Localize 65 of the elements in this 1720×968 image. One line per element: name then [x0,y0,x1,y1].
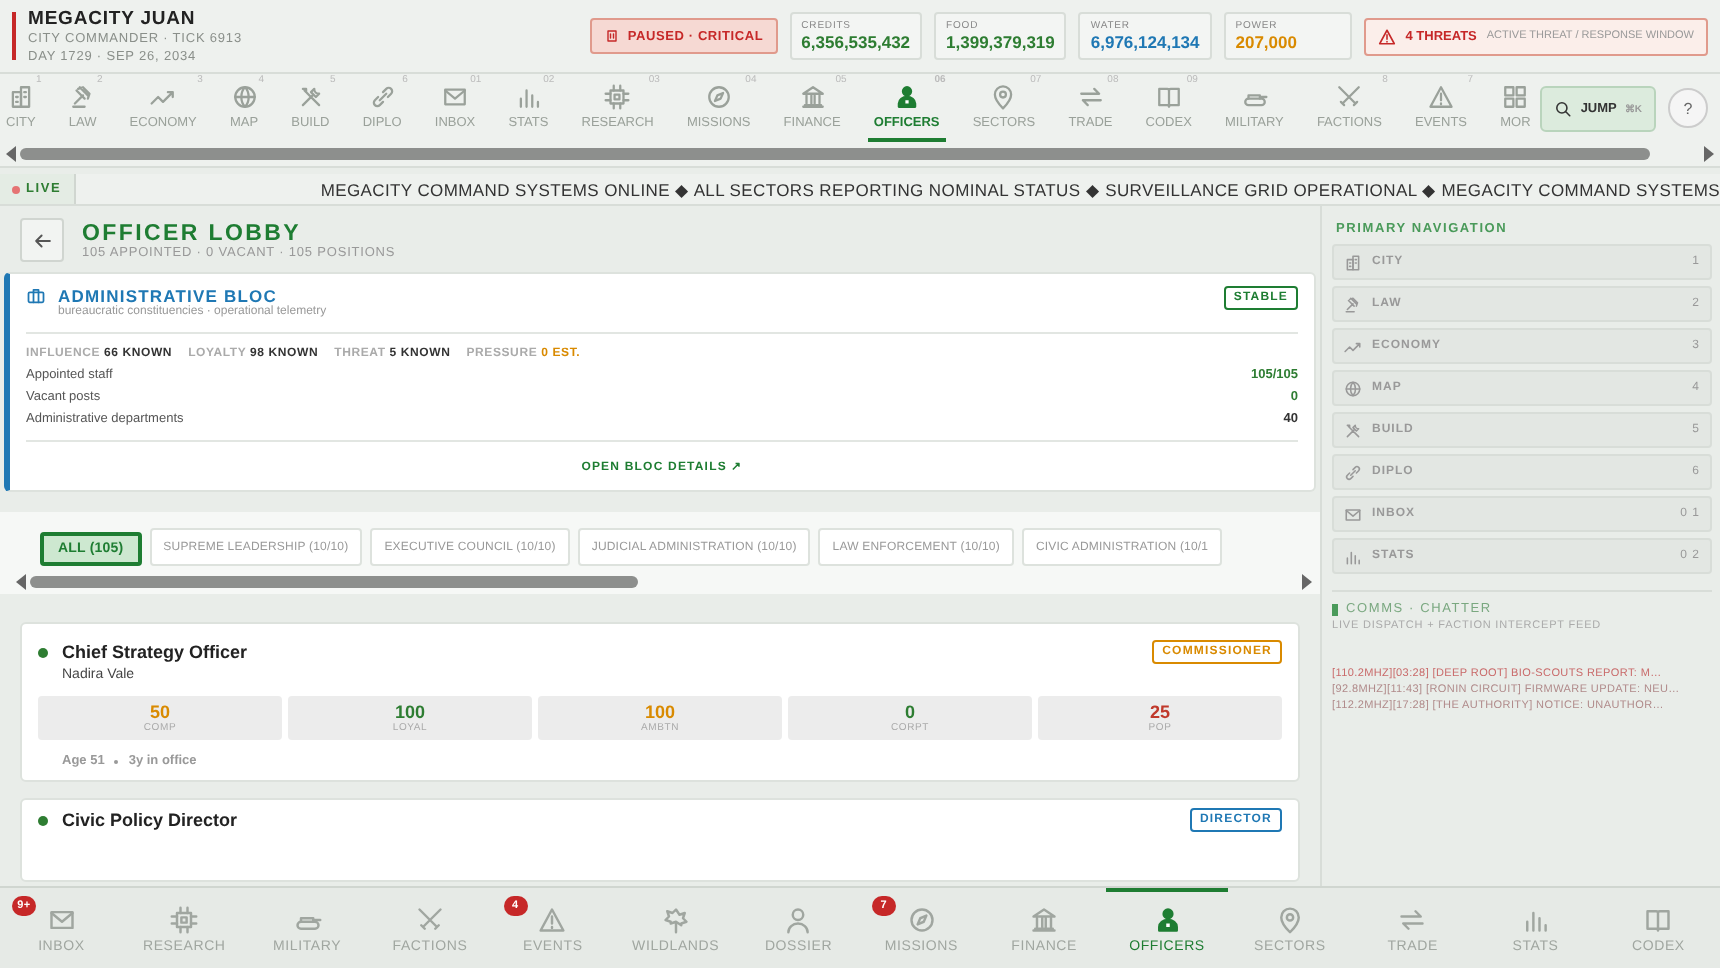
globe-icon [1344,379,1362,397]
resource-value: 6,356,535,432 [801,32,911,52]
stat-value: 100 [644,702,676,722]
gavel-icon [1344,295,1362,313]
stat-value: 100 [394,702,426,722]
map-pin-icon [1275,906,1304,934]
envelope-icon [442,83,469,109]
news-ticker: MEGACITY COMMAND SYSTEMS ONLINE ◆ ALL SECTORS REPORTING NOMINAL STATUS ◆ SURVEILLANCE GRID OPERATIONAL ◆ MEGACITY COMMAND SYSTEMS [320,179,1720,199]
bar-chart-icon [1521,906,1550,934]
warning-icon [1377,27,1396,45]
envelope-icon [47,906,76,934]
help-button[interactable]: ? [1668,88,1708,128]
tools-icon [1344,421,1362,439]
crossed-swords-icon [1336,83,1363,109]
bank-icon [1030,906,1059,934]
officer-title: Chief Strategy Officer [62,642,248,662]
chip-icon [604,83,631,109]
warning-icon [538,906,567,934]
tools-icon [297,83,324,109]
book-icon [1644,906,1673,934]
compass-icon [907,906,936,934]
stat-value: 50 [149,702,170,722]
crossed-swords-icon [415,906,444,934]
resource-value: 207,000 [1235,32,1299,52]
chain-link-icon [1344,463,1362,481]
officer-title: Civic Policy Director [62,810,238,830]
globe-icon [231,83,257,109]
bar-chart-icon [1344,547,1362,565]
chain-link-icon [369,83,396,109]
chip-icon [170,906,199,934]
building-icon [7,83,34,109]
scrollbar-thumb[interactable] [20,148,1650,160]
back-arrow-icon [31,229,53,251]
scrollbar-thumb[interactable] [30,576,639,588]
comms-marker [1332,603,1338,615]
person-badge-icon [893,83,920,109]
scroll-right-arrow-icon[interactable] [1704,146,1714,162]
resource-value: 1,399,379,319 [946,32,1055,52]
bloc-title: ADMINISTRATIVE BLOC [58,286,277,306]
city-name: MEGACITY JUAN [28,7,198,29]
briefcase-icon [26,286,46,306]
stat-value: 0 [904,702,915,722]
resource-value: 6,976,124,134 [1090,32,1200,52]
map-pin-icon [990,83,1017,109]
compass-icon [705,83,732,109]
person-icon [784,906,813,934]
pause-icon [603,28,620,44]
gavel-icon [69,83,96,109]
leaf-icon [661,906,690,934]
stat-value: 25 [1149,702,1170,722]
page-title: OFFICER LOBBY [82,221,304,245]
person-badge-icon [1153,906,1181,934]
search-icon [1554,99,1573,117]
grid-icon [1502,83,1529,109]
warning-icon [1428,83,1455,109]
back-button[interactable] [20,218,64,262]
book-icon [1155,83,1182,109]
building-icon [1344,253,1362,271]
bank-icon [799,83,826,109]
swap-arrows-icon [1077,83,1104,109]
bar-chart-icon [515,83,542,109]
trend-chart-icon [1344,337,1362,355]
envelope-icon [1344,505,1362,523]
swap-arrows-icon [1398,906,1427,934]
separator-dot [114,759,119,763]
